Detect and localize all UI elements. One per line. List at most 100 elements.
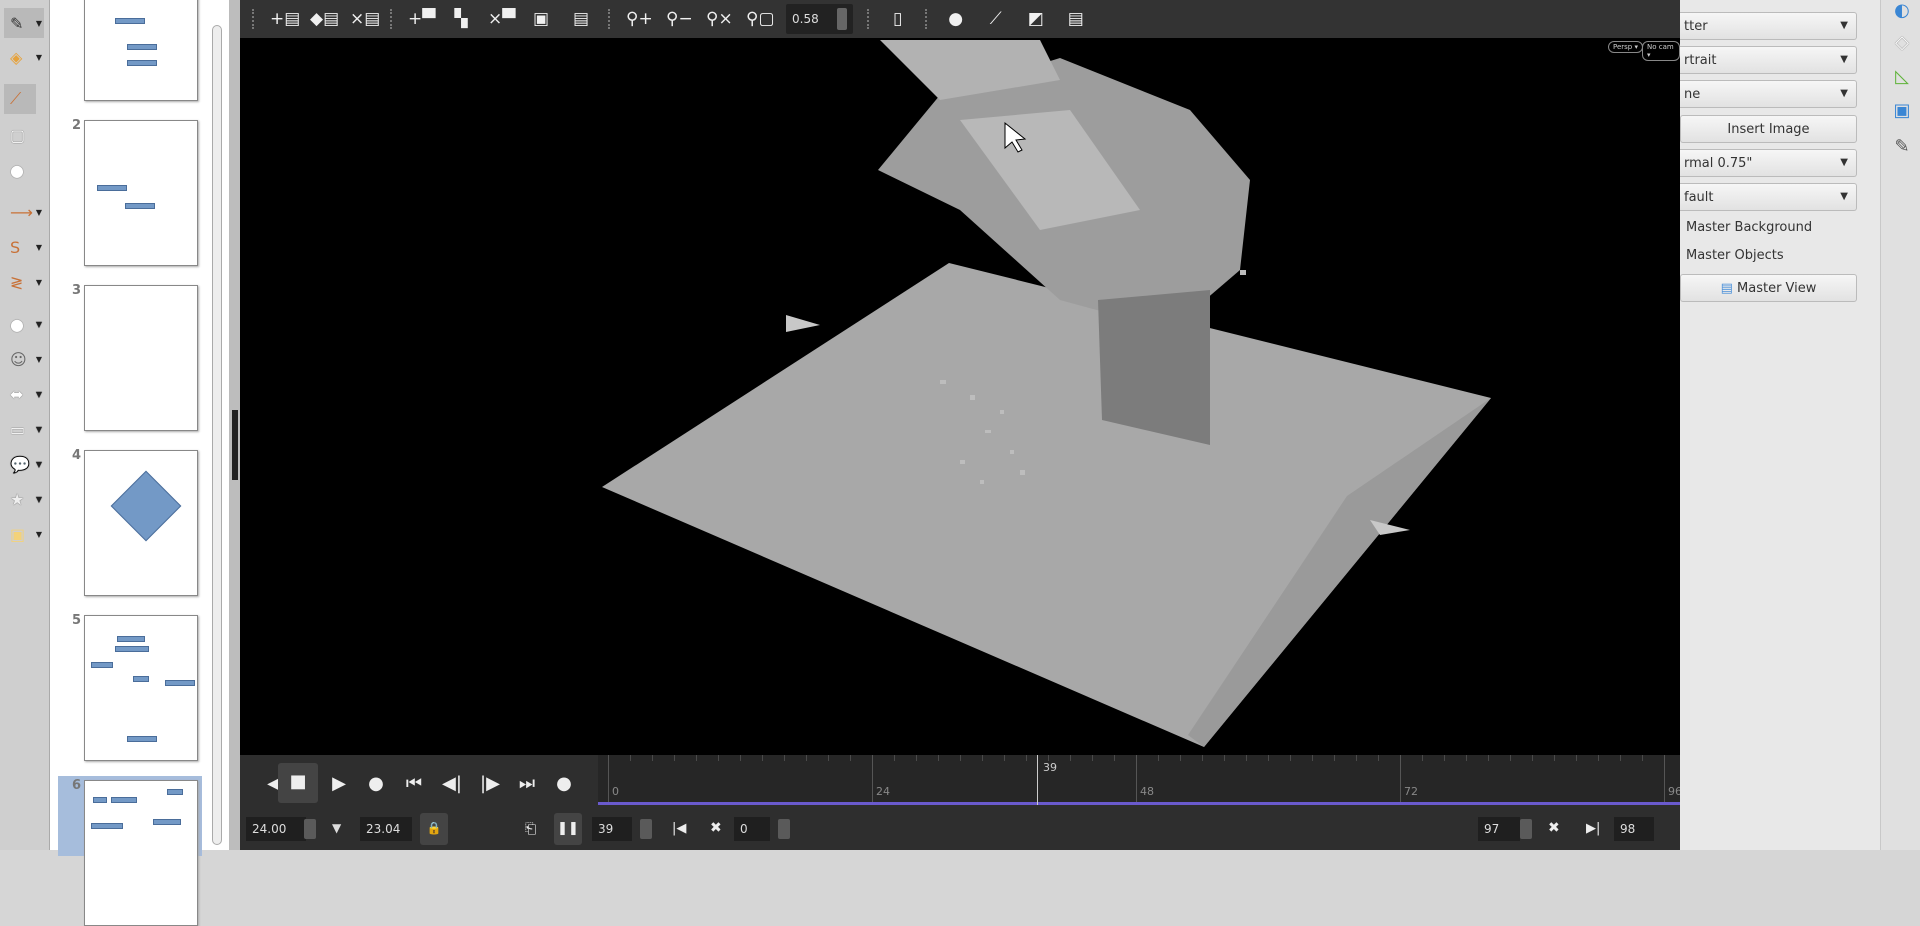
fps-dropdown-icon[interactable]: ▼ bbox=[332, 821, 341, 835]
time-field[interactable]: 23.04 bbox=[360, 817, 412, 841]
ruler-tick bbox=[1576, 755, 1577, 761]
toolbar-grip[interactable] bbox=[924, 9, 929, 29]
zoom-in-icon[interactable]: ⚲+ bbox=[626, 9, 653, 29]
zoom-out-icon[interactable]: ⚲− bbox=[666, 9, 693, 29]
line-color-icon[interactable]: ✎ ▼ bbox=[4, 8, 44, 38]
slide-thumbnail-5[interactable] bbox=[84, 615, 198, 761]
ruler-tick bbox=[960, 755, 961, 761]
zoom-field[interactable]: 0.58 bbox=[786, 4, 853, 34]
layer-up-icon[interactable]: ▣ bbox=[528, 9, 554, 29]
play-button[interactable]: ▶ bbox=[325, 773, 353, 794]
slide-thumbnail-4[interactable] bbox=[84, 450, 198, 596]
rectangle-icon[interactable]: ▢ bbox=[4, 120, 44, 150]
perspective-menu[interactable]: Persp ▾ bbox=[1608, 41, 1643, 53]
ellipse-icon[interactable]: ● bbox=[4, 155, 44, 185]
end-frame-spinner[interactable] bbox=[1520, 819, 1532, 839]
current-frame-field[interactable]: 39 bbox=[592, 817, 632, 841]
record-icon[interactable]: ● bbox=[362, 773, 390, 794]
flowchart-icon[interactable]: ▭ ▼ bbox=[4, 414, 44, 444]
properties-icon[interactable]: ◐ bbox=[1891, 0, 1913, 22]
bone-icon[interactable]: ⟋ bbox=[983, 9, 1009, 29]
slide-thumbnail-3[interactable] bbox=[84, 285, 198, 431]
keyframe-lock-icon[interactable]: ● bbox=[550, 773, 578, 794]
block-arrows-icon[interactable]: ⬌ ▼ bbox=[4, 379, 44, 409]
add-keyframe-icon[interactable]: +▤ bbox=[270, 9, 300, 29]
callout-icon[interactable]: 💬 ▼ bbox=[4, 449, 44, 479]
loop-icon[interactable]: ⎗ bbox=[525, 821, 536, 837]
stop-button[interactable]: ■ bbox=[278, 763, 318, 803]
zoom-spinner[interactable] bbox=[836, 8, 847, 30]
viewport-toolbar: +▤ ◆▤ ×▤ +▀ ▚ ×▀ ▣ ▤ ⚲+ ⚲− ⚲× ⚲▢ 0.58 ▯ … bbox=[240, 0, 1680, 38]
playback-range[interactable] bbox=[598, 802, 1680, 805]
3d-viewport[interactable]: Persp ▾ No cam ▾ bbox=[240, 0, 1680, 850]
fps-field[interactable]: 24.00 bbox=[246, 817, 306, 841]
connector-icon[interactable]: ≷ ▼ bbox=[4, 267, 44, 297]
master-objects-checkbox[interactable]: Master Objects bbox=[1686, 248, 1784, 263]
orientation-dropdown[interactable]: rtrait ▼ bbox=[1680, 46, 1857, 74]
current-frame-spinner[interactable] bbox=[640, 819, 652, 839]
slide-thumbnail-2[interactable] bbox=[84, 120, 198, 266]
star-icon[interactable]: ★ ▼ bbox=[4, 484, 44, 514]
clear-end-icon[interactable]: ✖ bbox=[1548, 820, 1560, 836]
navigator-icon[interactable]: ✎ bbox=[1891, 136, 1913, 158]
background-dropdown[interactable]: ne ▼ bbox=[1680, 80, 1857, 108]
curve-icon[interactable]: S ▼ bbox=[4, 232, 44, 262]
zoom-reset-icon[interactable]: ⚲× bbox=[706, 9, 733, 29]
camera-menu[interactable]: No cam ▾ bbox=[1642, 41, 1680, 61]
prev-keyframe-icon[interactable]: ◀| bbox=[438, 773, 466, 794]
toolbar-grip[interactable] bbox=[390, 9, 394, 29]
toolbar-grip[interactable] bbox=[608, 9, 612, 29]
line-icon[interactable]: ⟋ bbox=[4, 84, 36, 114]
end-frame-field[interactable]: 97 bbox=[1478, 817, 1520, 841]
ruler-tick bbox=[740, 755, 741, 761]
delete-layer-icon[interactable]: ×▀ bbox=[488, 9, 515, 29]
margins-dropdown[interactable]: rmal 0.75" ▼ bbox=[1680, 149, 1857, 177]
pane-splitter[interactable] bbox=[230, 0, 240, 850]
layer-down-icon[interactable]: ▤ bbox=[568, 9, 594, 29]
fill-color-icon[interactable]: ◈ ▼ bbox=[4, 42, 44, 72]
next-keyframe-icon[interactable]: |▶ bbox=[476, 773, 504, 794]
3d-objects-icon[interactable]: ▣ ▼ bbox=[4, 519, 44, 549]
arrow-line-icon[interactable]: ⟶ ▼ bbox=[4, 197, 44, 227]
set-start-icon[interactable]: |◀ bbox=[672, 821, 686, 836]
slide-thumbnail-1[interactable] bbox=[84, 0, 198, 101]
master-view-button[interactable]: ▤ Master View bbox=[1680, 274, 1857, 302]
last-frame-field[interactable]: 98 bbox=[1614, 817, 1654, 841]
playhead[interactable] bbox=[1037, 755, 1038, 805]
ruler-tick bbox=[630, 755, 631, 761]
styles-icon[interactable]: ◇ bbox=[1891, 32, 1913, 54]
add-layer-icon[interactable]: +▀ bbox=[408, 9, 435, 29]
zoom-fit-icon[interactable]: ⚲▢ bbox=[746, 9, 775, 29]
onion-skin-icon[interactable]: ● bbox=[943, 9, 969, 29]
master-slide-dropdown[interactable]: fault ▼ bbox=[1680, 183, 1857, 211]
toolbar-grip[interactable] bbox=[252, 9, 256, 29]
toolbar-grip[interactable] bbox=[866, 9, 871, 29]
shapes-icon[interactable]: ◺ bbox=[1891, 66, 1913, 88]
symbol-shapes-icon[interactable]: ☺ ▼ bbox=[4, 344, 44, 374]
properties-doc-icon[interactable]: ▤ bbox=[1063, 9, 1089, 29]
fps-spinner[interactable] bbox=[304, 819, 316, 839]
timeline-ruler[interactable]: 0 24 48 72 96 39 bbox=[598, 755, 1682, 805]
ruler-tick bbox=[982, 755, 983, 761]
pause-button[interactable]: ❚❚ bbox=[554, 813, 582, 845]
insert-image-button[interactable]: Insert Image bbox=[1680, 115, 1857, 143]
basic-shapes-icon[interactable]: ● ▼ bbox=[4, 309, 44, 339]
gallery-icon[interactable]: ▣ bbox=[1891, 100, 1913, 122]
duplicate-keyframe-icon[interactable]: ◆▤ bbox=[310, 9, 339, 29]
duplicate-layer-icon[interactable]: ▚ bbox=[448, 9, 474, 29]
graph-icon[interactable]: ◩ bbox=[1023, 9, 1049, 29]
gradient-icon[interactable]: ▯ bbox=[885, 9, 911, 29]
master-background-checkbox[interactable]: Master Background bbox=[1686, 220, 1812, 235]
slides-scrollbar[interactable] bbox=[212, 25, 222, 845]
start-offset-field[interactable]: 0 bbox=[734, 817, 770, 841]
slide-thumbnail-6[interactable] bbox=[84, 780, 198, 926]
clear-start-icon[interactable]: ✖ bbox=[710, 820, 722, 836]
start-offset-spinner[interactable] bbox=[778, 819, 790, 839]
lock-icon[interactable]: 🔒 bbox=[420, 813, 448, 845]
delete-keyframe-icon[interactable]: ×▤ bbox=[350, 9, 380, 29]
margins-value: rmal 0.75" bbox=[1684, 156, 1753, 171]
format-dropdown[interactable]: tter ▼ bbox=[1680, 12, 1857, 40]
set-end-icon[interactable]: ▶| bbox=[1586, 821, 1600, 836]
last-frame-icon[interactable]: ⏭ bbox=[513, 773, 541, 794]
first-frame-icon[interactable]: ⏮ bbox=[400, 773, 428, 794]
